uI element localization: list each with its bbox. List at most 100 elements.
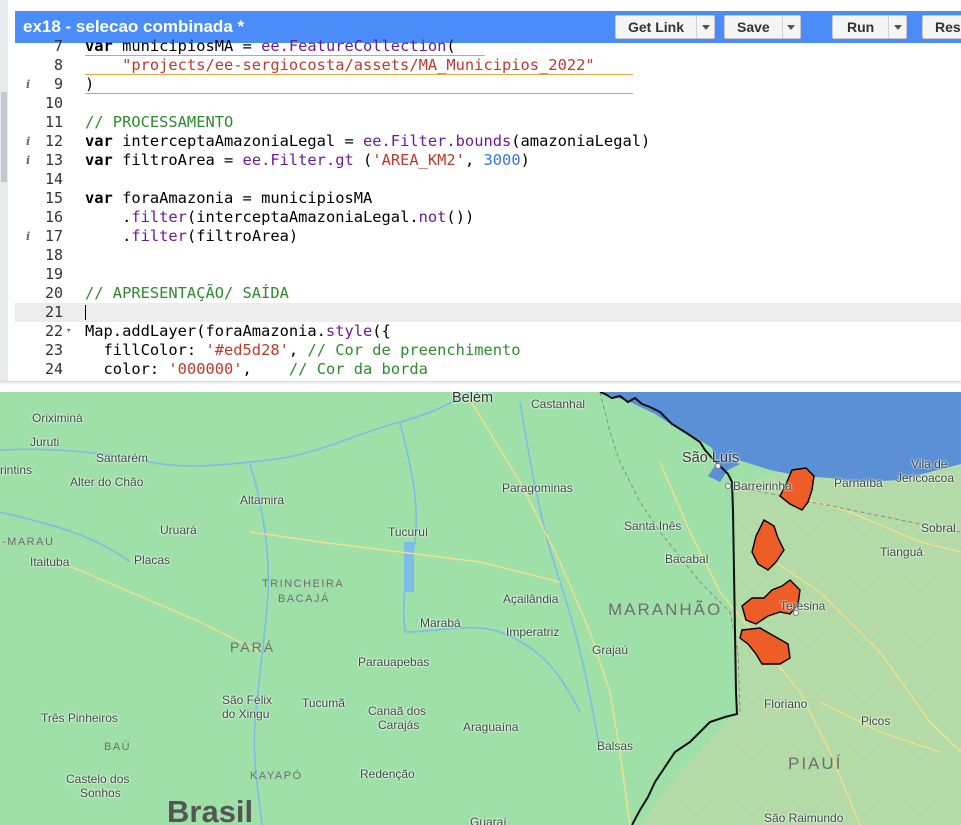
place-tres-pinheiros: Três Pinheiros xyxy=(41,711,118,725)
get-link-label: Get Link xyxy=(628,19,685,35)
code-line[interactable]: 19 xyxy=(15,265,961,284)
place-balsas: Balsas xyxy=(597,739,634,753)
code-token: (interceptaAmazoniaLegal. xyxy=(186,208,419,226)
code-token: style xyxy=(325,322,373,340)
line-number: 24 xyxy=(44,360,63,378)
place-picos: Picos xyxy=(861,714,891,728)
code-token: not xyxy=(418,208,447,226)
region-piaui: PIAUÍ xyxy=(788,754,843,773)
code-line[interactable]: 18 xyxy=(15,246,961,265)
save-button[interactable]: Save xyxy=(724,15,801,39)
code-line[interactable]: 16 .filter(interceptaAmazoniaLegal.not()… xyxy=(15,208,961,227)
left-panel-edge xyxy=(0,0,8,384)
code-token: municipiosMA = xyxy=(112,37,262,55)
place-redencao: Redenção xyxy=(360,767,415,781)
city-dot-teresina xyxy=(793,610,799,616)
code-token: ({ xyxy=(372,322,391,340)
place-guarai: Guaraí xyxy=(470,815,507,825)
line-number: 18 xyxy=(44,246,63,264)
fold-toggle-icon[interactable]: ▾ xyxy=(66,322,71,341)
code-text: ) xyxy=(85,75,94,94)
code-token: (filtroArea) xyxy=(186,227,299,245)
region-trincheira-2: BACAJÁ xyxy=(278,593,330,605)
place-parauapebas: Parauapebas xyxy=(358,655,430,669)
code-token: // APRESENTAÇÃO/ SAÍDA xyxy=(85,284,289,302)
place-paragominas: Paragominas xyxy=(502,481,573,495)
place-acailandia: Açailândia xyxy=(503,592,559,606)
place-teresina: Teresina xyxy=(780,599,826,613)
place-sao-felix-1: São Félix xyxy=(222,693,273,707)
code-text: // PROCESSAMENTO xyxy=(85,113,233,132)
code-line[interactable]: i 17 .filter(filtroArea) xyxy=(15,227,961,246)
code-line[interactable]: 20 // APRESENTAÇÃO/ SAÍDA xyxy=(15,284,961,303)
line-number: 14 xyxy=(44,170,63,188)
code-token: var xyxy=(85,189,113,207)
code-line[interactable]: i 13 var filtroArea = ee.Filter.gt ('AREA_… xyxy=(15,151,961,170)
place-jericoacoara: Jericoacoa xyxy=(896,471,955,485)
place-bacabal: Bacabal xyxy=(665,552,709,566)
save-dropdown[interactable] xyxy=(781,16,800,38)
place-parnaiba: Parnaíba xyxy=(834,476,883,490)
code-token: interceptaAmazoniaLegal = xyxy=(112,132,363,150)
code-token: filter xyxy=(131,227,187,245)
code-line[interactable]: 14 xyxy=(15,170,961,189)
run-dropdown[interactable] xyxy=(888,16,906,38)
get-link-button[interactable]: Get Link xyxy=(615,15,716,39)
country-label: Brasil xyxy=(167,794,254,825)
code-text: // APRESENTAÇÃO/ SAÍDA xyxy=(85,284,289,303)
code-text: fillColor: '#ed5d28', // Cor de preenchi… xyxy=(85,341,521,360)
chevron-down-icon xyxy=(787,24,796,30)
reset-button[interactable]: Rese xyxy=(922,15,961,39)
code-token: ee.Filter.bounds xyxy=(363,132,512,150)
line-number: 23 xyxy=(44,341,63,359)
text-cursor xyxy=(85,305,86,320)
script-title: ex18 - selecao combinada * xyxy=(23,17,245,36)
code-line[interactable]: i 9) xyxy=(15,75,961,94)
run-button[interactable]: Run xyxy=(832,15,908,39)
chevron-down-icon xyxy=(893,24,902,30)
code-token: foraAmazonia = municipiosMA xyxy=(112,189,373,207)
line-number: 9 xyxy=(53,75,63,93)
code-line[interactable]: 15 var foraAmazonia = municipiosMA xyxy=(15,189,961,208)
code-token: fillColor: xyxy=(85,341,206,359)
line-number: 13 xyxy=(44,151,63,169)
get-link-dropdown[interactable] xyxy=(696,16,714,38)
code-line[interactable]: 23 fillColor: '#ed5d28', // Cor de preen… xyxy=(15,341,961,360)
place-canaa-1: Canaã dos xyxy=(368,704,427,718)
code-line[interactable]: 10 xyxy=(15,94,961,113)
code-token: , xyxy=(242,360,289,378)
code-area[interactable]: 7 var municipiosMA = ee.FeatureCollection… xyxy=(15,37,961,381)
panel-splitter[interactable] xyxy=(0,381,961,384)
code-line[interactable]: 24 color: '000000', // Cor da borda xyxy=(15,360,961,379)
place-uruara: Uruará xyxy=(160,523,197,537)
map-panel[interactable]: Belém Castanhal Oriximiná Juruti Santaré… xyxy=(0,392,961,825)
line-number: 7 xyxy=(53,37,63,55)
reset-label: Rese xyxy=(935,19,961,35)
code-line[interactable]: i 12 var interceptaAmazoniaLegal = ee.Filt… xyxy=(15,132,961,151)
line-number: 22 xyxy=(44,322,63,340)
place-araguaina: Araguaína xyxy=(463,720,519,734)
line-number: 12 xyxy=(44,132,63,150)
place-altamira: Altamira xyxy=(240,493,285,507)
code-line[interactable]: 22 ▾ Map.addLayer(foraAmazonia.style({ xyxy=(15,322,961,341)
left-scrollbar-thumb[interactable] xyxy=(1,92,7,182)
place-santa-ines: Santa Inês xyxy=(624,519,682,533)
code-text: color: '000000', // Cor da borda xyxy=(85,360,428,379)
code-editor-panel[interactable]: ex18 - selecao combinada * Get Link Save… xyxy=(0,0,961,384)
code-line[interactable]: 11 // PROCESSAMENTO xyxy=(15,113,961,132)
place-castanhal: Castanhal xyxy=(531,397,586,411)
chevron-down-icon xyxy=(701,24,710,30)
line-number: 16 xyxy=(44,208,63,226)
place-vila-de: Vila de xyxy=(911,457,948,471)
code-line[interactable]: 7 var municipiosMA = ee.FeatureCollection… xyxy=(15,37,961,56)
code-line[interactable]: 21 xyxy=(15,303,961,322)
code-text: var interceptaAmazoniaLegal = ee.Filter.… xyxy=(85,132,650,151)
place-placas: Placas xyxy=(134,553,171,567)
code-token: 'AREA_KM2' xyxy=(372,151,465,169)
code-line[interactable]: 8 "projects/ee-sergiocosta/assets/MA_Mun… xyxy=(15,56,961,75)
line-number: 15 xyxy=(44,189,63,207)
line-number: 20 xyxy=(44,284,63,302)
place-rintins: rintins xyxy=(0,463,33,477)
place-maraba: Marabá xyxy=(420,616,461,630)
code-token: ee.FeatureCollection xyxy=(261,37,447,55)
